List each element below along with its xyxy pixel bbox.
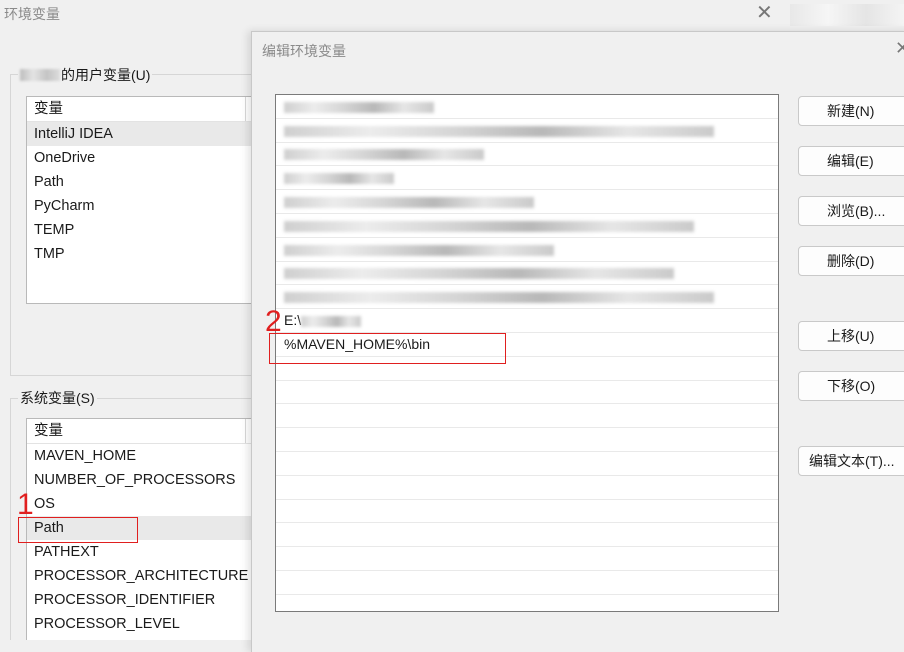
move-up-button[interactable]: 上移(U) <box>798 321 904 351</box>
path-entry-redacted[interactable] <box>276 238 778 262</box>
blurred-text <box>284 149 484 161</box>
close-icon[interactable]: ✕ <box>756 2 773 24</box>
list-item[interactable]: PyCharm <box>27 194 257 218</box>
path-entry-redacted[interactable] <box>276 262 778 286</box>
list-item[interactable]: OneDrive <box>27 146 257 170</box>
blurred-text <box>284 220 694 232</box>
path-entry-empty[interactable] <box>276 500 778 524</box>
browse-button[interactable]: 浏览(B)... <box>798 196 904 226</box>
list-item[interactable]: Path <box>27 170 257 194</box>
blurred-username <box>20 69 60 81</box>
path-entry-empty[interactable] <box>276 381 778 405</box>
user-variables-label: 的用户变量(U) <box>18 65 153 85</box>
list-header[interactable]: 变量 <box>27 97 257 122</box>
list-item[interactable]: PROCESSOR_ARCHITECTURE <box>27 564 257 588</box>
user-variables-list[interactable]: 变量 IntelliJ IDEA OneDrive Path PyCharm T… <box>26 96 258 304</box>
path-entry-redacted[interactable] <box>276 166 778 191</box>
blurred-text <box>284 244 554 256</box>
path-entry-redacted[interactable] <box>276 285 778 310</box>
step-2-marker: 2 <box>265 305 282 338</box>
list-item[interactable]: IntelliJ IDEA <box>27 122 257 146</box>
list-item[interactable]: PROCESSOR_LEVEL <box>27 612 257 636</box>
blurred-text <box>284 125 714 137</box>
path-entry-empty[interactable] <box>276 523 778 548</box>
system-variables-label: 系统变量(S) <box>18 388 97 408</box>
path-entry-empty[interactable] <box>276 404 778 429</box>
blurred-region <box>790 4 904 26</box>
path-entry-redacted[interactable] <box>276 143 778 167</box>
path-entry-empty[interactable] <box>276 595 778 611</box>
list-item[interactable]: OS <box>27 492 257 516</box>
path-entry-partial[interactable]: E:\ <box>276 309 778 333</box>
dialog-title: 编辑环境变量 <box>262 43 346 59</box>
blurred-text <box>284 292 714 304</box>
list-item[interactable]: NUMBER_OF_PROCESSORS <box>27 468 257 492</box>
path-entry-redacted[interactable] <box>276 119 778 143</box>
move-down-button[interactable]: 下移(O) <box>798 371 904 401</box>
list-item[interactable]: PATHEXT <box>27 540 257 564</box>
blurred-text <box>284 101 434 113</box>
close-icon[interactable]: ✕ <box>895 38 904 59</box>
highlight-box-path <box>18 517 138 543</box>
blurred-text <box>284 196 534 208</box>
path-entry-empty[interactable] <box>276 476 778 500</box>
path-entry-redacted[interactable] <box>276 190 778 214</box>
window-title: 环境变量 <box>4 6 60 22</box>
highlight-box-maven-bin <box>269 333 506 364</box>
column-divider[interactable] <box>245 419 246 443</box>
blurred-text <box>301 315 362 327</box>
edit-button[interactable]: 编辑(E) <box>798 146 904 176</box>
list-item[interactable]: PROCESSOR_IDENTIFIER <box>27 588 257 612</box>
path-entry-redacted[interactable] <box>276 95 778 119</box>
blurred-text <box>284 268 674 280</box>
step-1-marker: 1 <box>17 488 34 521</box>
list-item[interactable]: TEMP <box>27 218 257 242</box>
blurred-text <box>284 173 394 185</box>
path-entry-empty[interactable] <box>276 428 778 452</box>
path-entry-empty[interactable] <box>276 547 778 571</box>
list-item[interactable]: MAVEN_HOME <box>27 444 257 468</box>
path-entry-redacted[interactable] <box>276 214 778 238</box>
path-entry-empty[interactable] <box>276 571 778 595</box>
path-entry-empty[interactable] <box>276 452 778 476</box>
column-divider[interactable] <box>245 97 246 121</box>
new-button[interactable]: 新建(N) <box>798 96 904 126</box>
list-item[interactable]: TMP <box>27 242 257 266</box>
edit-text-button[interactable]: 编辑文本(T)... <box>798 446 904 476</box>
list-header[interactable]: 变量 <box>27 419 257 444</box>
delete-button[interactable]: 删除(D) <box>798 246 904 276</box>
